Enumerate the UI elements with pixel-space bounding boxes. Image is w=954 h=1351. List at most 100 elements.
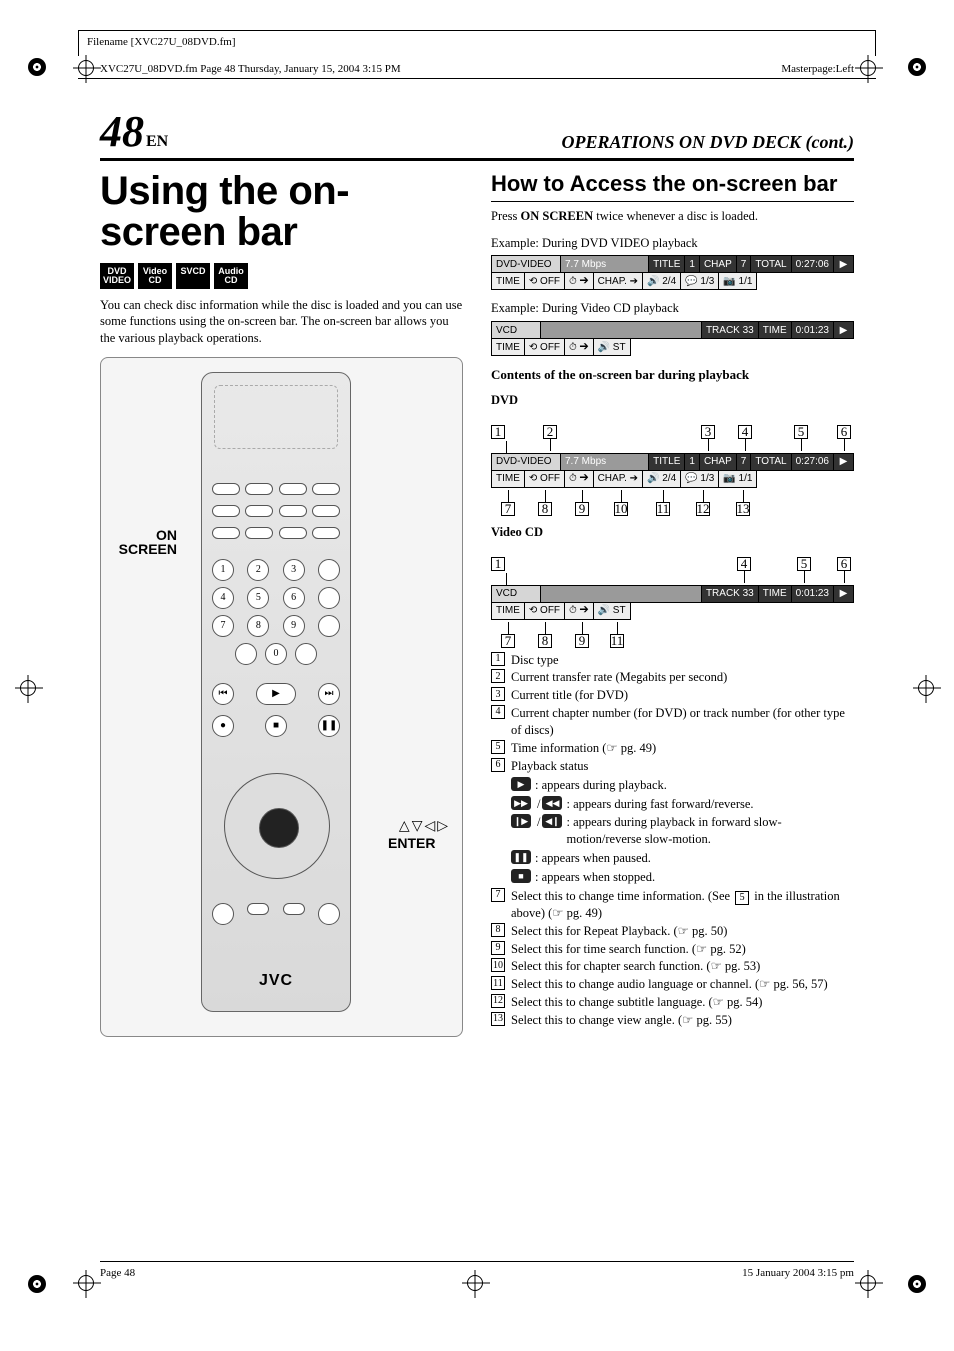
osd-audio-btn: 🔊 2/4 [643,272,681,290]
print-reg-mark [78,60,94,76]
annot-num: 4 [738,425,752,439]
annot-num: 11 [610,634,624,648]
osd-timesearch-btn: ⏱ ➔ [565,338,594,356]
page-header: 48EN OPERATIONS ON DVD DECK (cont.) [100,110,854,161]
annot-num: 1 [491,425,505,439]
annot-num: 13 [736,502,750,516]
legend-list-continued: 7Select this to change time information.… [491,888,854,1029]
example2-label: Example: During Video CD playback [491,300,854,317]
print-reg-sun [908,1275,926,1293]
press-post: twice whenever a disc is loaded. [593,209,758,223]
section-title: OPERATIONS ON DVD DECK (cont.) [561,130,854,154]
remote-tv-panel [214,385,338,449]
osd-dvd-example: DVD-VIDEO 7.7 Mbps TITLE 1 CHAP 7 TOTAL … [491,255,854,290]
print-reg-sun [908,58,926,76]
print-reg-mark [78,1275,94,1291]
annot-num: 10 [614,502,628,516]
filename-frame: Filename [XVC27U_08DVD.fm] [78,30,876,56]
osd-play-icon: ▶ [834,255,854,273]
annot-num: 9 [575,634,589,648]
osd-timesearch-btn: ⏱ ➔ [565,272,594,290]
osd-angle-btn: 📷 1/1 [719,272,757,290]
page-number-value: 48 [100,107,144,156]
osd-time-btn: TIME [491,272,525,290]
slowrev-icon: ◀❙ [542,814,562,828]
dvd-annotated-bar: 123456 DVD-VIDEO 7.7 Mbps TITLE 1 CHAP 7… [491,425,854,516]
annot-num: 12 [696,502,710,516]
osd-total-label: TOTAL [751,255,791,273]
print-reg-mark [918,680,934,696]
osd-title-label: TITLE [649,255,685,273]
footer-date: 15 January 2004 3:15 pm [742,1266,854,1281]
print-reg-mark [860,60,876,76]
page-footer: Page 48 15 January 2004 3:15 pm [100,1261,854,1281]
callout-enter: ENTER [388,836,456,850]
print-reg-sun [28,58,46,76]
osd-chapsearch-btn: CHAP. ➔ [594,272,643,290]
example1-label: Example: During DVD VIDEO playback [491,235,854,252]
osd-play-icon: ▶ [834,321,854,339]
annot-num: 8 [538,634,552,648]
annot-num: 1 [491,557,505,571]
page-number: 48EN [100,110,168,154]
osd-vcd-example: VCD TRACK 33 TIME 0:01:23 ▶ TIME ⟲ OFF ⏱… [491,321,854,356]
slowfwd-icon: ❙▶ [511,814,531,828]
badge-video-cd: Video CD [138,263,172,289]
badge-svcd: SVCD [176,263,210,289]
osd-repeat-btn: ⟲ OFF [525,338,565,356]
disc-type-badges: DVD VIDEO Video CD SVCD Audio CD [100,263,463,289]
press-instruction: Press ON SCREEN twice whenever a disc is… [491,208,854,225]
playback-status-sublist: ▶: appears during playback. ▶▶/◀◀: appea… [511,777,854,886]
osd-title-num: 1 [685,255,700,273]
badge-audio-cd: Audio CD [214,263,248,289]
osd-subtitle-btn: 💬 1/3 [681,272,719,290]
annot-num: 2 [543,425,557,439]
annot-num: 5 [797,557,811,571]
osd-time-btn: TIME [491,338,525,356]
osd-disc-type: DVD-VIDEO [491,255,561,273]
legend-list: 1Disc type 2Current transfer rate (Megab… [491,652,854,775]
remote-brand: JVC [202,970,350,992]
top-rule [78,78,876,79]
osd-time-val: 0:01:23 [792,321,834,339]
vcd-subheading: Video CD [491,524,854,541]
remote-nav-ring [224,773,330,879]
annot-num: 6 [837,557,851,571]
annot-num: 8 [538,502,552,516]
osd-chap-label: CHAP [700,255,737,273]
meta-line: XVC27U_08DVD.fm Page 48 Thursday, Januar… [100,62,854,77]
annot-num: 5 [794,425,808,439]
osd-total-time: 0:27:06 [792,255,834,273]
osd-audio-btn: 🔊 ST [594,338,631,356]
stop-icon: ■ [511,869,531,883]
rew-icon: ◀◀ [542,796,562,810]
print-reg-mark [20,680,36,696]
page-lang: EN [146,133,168,150]
dvd-subheading: DVD [491,392,854,409]
osd-blank [541,321,702,339]
remote-illustration: ON SCREEN △▽◁▷ ENTER 123 456 789 0 ⏮▶⏭ ●… [100,357,463,1037]
pause-icon: ❚❚ [511,850,531,864]
callout-on-screen: ON SCREEN [107,528,177,556]
osd-bitrate: 7.7 Mbps [561,255,649,273]
annot-num: 4 [737,557,751,571]
annot-num: 11 [656,502,670,516]
remote-body: 123 456 789 0 ⏮▶⏭ ●■❚❚ JVC [201,372,351,1012]
vcd-annotated-bar: 1456 VCD TRACK 33 TIME 0:01:23 ▶ TIME ⟲ … [491,557,854,648]
intro-paragraph: You can check disc information while the… [100,297,463,348]
framemaker-line: XVC27U_08DVD.fm Page 48 Thursday, Januar… [100,62,401,77]
article-title: Using the on-screen bar [100,171,463,253]
osd-disc-type: VCD [491,321,541,339]
badge-dvd-video: DVD VIDEO [100,263,134,289]
osd-time-label: TIME [759,321,792,339]
print-reg-mark [860,1275,876,1291]
osd-chap-num: 7 [737,255,752,273]
annot-num: 3 [701,425,715,439]
footer-page: Page 48 [100,1266,135,1281]
ff-icon: ▶▶ [511,796,531,810]
annot-num: 6 [837,425,851,439]
annot-num: 7 [501,634,515,648]
howto-heading: How to Access the on-screen bar [491,169,854,202]
print-reg-sun [28,1275,46,1293]
osd-repeat-btn: ⟲ OFF [525,272,565,290]
